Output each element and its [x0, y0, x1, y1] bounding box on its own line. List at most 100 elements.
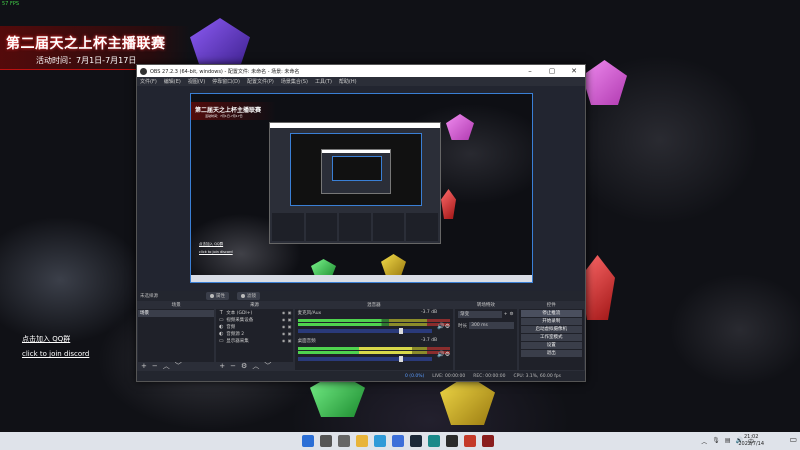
- app-icon[interactable]: [428, 435, 440, 447]
- task-view-icon[interactable]: [338, 435, 350, 447]
- preview-gem-decoration: [446, 114, 474, 140]
- transition-select[interactable]: 渐变: [458, 311, 502, 318]
- remove-source-icon[interactable]: −: [230, 362, 236, 370]
- maximize-icon[interactable]: ▢: [541, 65, 563, 77]
- settings-button[interactable]: 设置: [520, 342, 582, 349]
- taskbar-clock[interactable]: 21:02 2022/7/14: [738, 434, 764, 448]
- cpu-status: CPU: 3.1%, 60.00 fps: [513, 373, 562, 379]
- menu-help[interactable]: 帮助(H): [339, 78, 357, 85]
- source-item[interactable]: ◐ 音频源 2 ◉ ▣: [216, 330, 292, 337]
- join-qq-link[interactable]: 点击加入 QQ群: [22, 334, 70, 344]
- audio-mixer-dock: 混音器 麦克风/Aux -3.7 dB 🔊⚙ 桌面音频 -3.7 dB 🔊⚙: [294, 302, 454, 370]
- source-item[interactable]: ▭ 显示器采集 ◉ ▣: [216, 337, 292, 344]
- exit-button[interactable]: 退出: [520, 350, 582, 357]
- banner-title: 第二届天之上杯主播联赛: [6, 36, 166, 52]
- volume-slider[interactable]: [297, 356, 433, 362]
- menu-tools[interactable]: 工具(T): [315, 78, 332, 85]
- move-down-icon[interactable]: ﹀: [175, 361, 182, 371]
- start-virtual-camera-button[interactable]: 启动虚拟摄像机: [520, 326, 582, 333]
- slider-thumb[interactable]: [398, 328, 403, 334]
- windows-taskbar: ︿ 🎙 ▤ 🔊 中 21:02 2022/7/14 ▭: [0, 432, 800, 450]
- app2-icon[interactable]: [482, 435, 494, 447]
- sources-dock-title: 来源: [216, 302, 293, 309]
- volume-slider[interactable]: [297, 328, 433, 334]
- nested-preview: [290, 133, 422, 206]
- obs-statusbar: 0 (0.0%) LIVE: 00:00:00 REC: 00:00:00 CP…: [137, 371, 585, 381]
- lock-icon[interactable]: ▣: [287, 310, 293, 315]
- lock-icon[interactable]: ▣: [287, 338, 293, 343]
- file-explorer-icon[interactable]: [356, 435, 368, 447]
- steam-icon[interactable]: [410, 435, 422, 447]
- edge-icon[interactable]: [374, 435, 386, 447]
- minimize-icon[interactable]: –: [519, 65, 541, 77]
- add-transition-icon[interactable]: +: [504, 312, 508, 317]
- no-source-selected-label: 未选择源: [140, 294, 158, 299]
- source-item[interactable]: ▭ 视频采集设备 ◉ ▣: [216, 316, 292, 323]
- preview-canvas[interactable]: 第二届天之上杯主播联赛 活动时间：7月1日-7月17日 点击加入 QQ群 cli…: [190, 93, 533, 283]
- move-up-icon[interactable]: ︿: [163, 361, 170, 371]
- chevron-up-icon[interactable]: ︿: [701, 437, 707, 446]
- scenes-dock-toolbar: + − ︿ ﹀: [138, 361, 215, 371]
- controls-dock-title: 控件: [518, 302, 584, 309]
- source-item[interactable]: T 文本 (GDI+) ◉ ▣: [216, 309, 292, 316]
- taskbar-apps: [302, 435, 494, 447]
- filters-button[interactable]: 滤镜: [237, 292, 260, 300]
- studio-mode-button[interactable]: 工作室模式: [520, 334, 582, 341]
- join-discord-link[interactable]: click to join discord: [22, 350, 89, 358]
- speaker-icon[interactable]: 🔊⚙: [437, 323, 450, 330]
- lock-icon[interactable]: ▣: [287, 317, 293, 322]
- video-capture-icon: ▭: [218, 316, 224, 323]
- mixer-channel-mic: 麦克风/Aux -3.7 dB 🔊⚙: [295, 309, 454, 337]
- sources-dock-toolbar: + − ⚙ ︿ ﹀: [216, 361, 293, 371]
- gear-icon: [210, 294, 214, 298]
- stop-streaming-button[interactable]: 停止推流: [520, 310, 582, 317]
- source-item[interactable]: ◐ 音频 ◉ ▣: [216, 323, 292, 330]
- menu-view[interactable]: 视图(V): [188, 78, 205, 85]
- slider-thumb[interactable]: [398, 356, 403, 362]
- text-source-icon: T: [219, 309, 223, 316]
- preview-discord-link: click to join discord: [199, 250, 233, 254]
- lock-icon[interactable]: ▣: [287, 331, 293, 336]
- game-icon[interactable]: [464, 435, 476, 447]
- banner-date: 活动时间：7月1日-7月17日: [36, 56, 137, 65]
- add-scene-icon[interactable]: +: [141, 362, 147, 370]
- menu-file[interactable]: 文件(F): [140, 78, 157, 85]
- clock-time: 21:02: [743, 434, 759, 440]
- close-icon[interactable]: ✕: [563, 65, 585, 77]
- search-icon[interactable]: [320, 435, 332, 447]
- obs-titlebar[interactable]: OBS 27.2.3 (64-bit, windows) - 配置文件: 未命名…: [137, 65, 585, 77]
- dropped-frames: 0 (0.0%): [405, 373, 425, 379]
- menu-docks[interactable]: 停靠窗口(D): [212, 78, 240, 85]
- menu-scene-collection[interactable]: 场景集合(S): [281, 78, 308, 85]
- volume-meter: [297, 323, 451, 326]
- preview-banner: 第二届天之上杯主播联赛 活动时间：7月1日-7月17日: [191, 102, 276, 120]
- scenes-dock-title: 场景: [138, 302, 215, 309]
- obs-icon[interactable]: [446, 435, 458, 447]
- windows-icon[interactable]: [302, 435, 314, 447]
- notification-icon[interactable]: ▭: [789, 435, 797, 444]
- obs-window: OBS 27.2.3 (64-bit, windows) - 配置文件: 未命名…: [136, 64, 586, 382]
- remove-scene-icon[interactable]: −: [152, 362, 158, 370]
- duration-label: 时长: [458, 323, 468, 329]
- add-source-icon[interactable]: +: [219, 362, 225, 370]
- audio-source-icon: ◐: [219, 330, 224, 337]
- mixer-channel-desktop: 桌面音频 -3.7 dB 🔊⚙: [295, 337, 454, 365]
- speaker-icon[interactable]: 🔊⚙: [437, 351, 450, 358]
- gear-icon[interactable]: ⚙: [241, 362, 247, 370]
- duration-input[interactable]: 300 ms: [469, 322, 514, 329]
- fps-counter: 57 FPS: [2, 1, 20, 7]
- microphone-icon[interactable]: 🎙: [712, 437, 720, 446]
- properties-button[interactable]: 属性: [206, 292, 229, 300]
- start-recording-button[interactable]: 开始录制: [520, 318, 582, 325]
- menu-profile[interactable]: 配置文件(P): [247, 78, 274, 85]
- scene-item[interactable]: 场景: [138, 310, 215, 317]
- preview-banner-title: 第二届天之上杯主播联赛: [195, 107, 262, 114]
- gear-icon[interactable]: ⚙: [510, 312, 514, 317]
- lock-icon[interactable]: ▣: [287, 324, 293, 329]
- menu-edit[interactable]: 编辑(E): [164, 78, 181, 85]
- network-icon[interactable]: ▤: [725, 437, 731, 446]
- move-up-icon[interactable]: ︿: [252, 361, 259, 371]
- store-icon[interactable]: [392, 435, 404, 447]
- obs-docks: 场景 场景 + − ︿ ﹀ 来源 T 文本 (GDI+) ◉ ▣ ▭ 视频采集设备…: [137, 302, 585, 370]
- move-down-icon[interactable]: ﹀: [264, 361, 271, 371]
